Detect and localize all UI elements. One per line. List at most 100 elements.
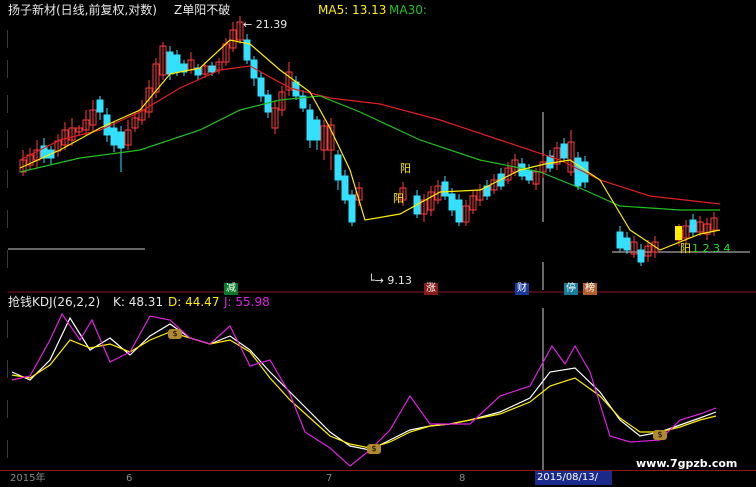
candle-body: [455, 199, 463, 223]
axis-label: 7: [326, 473, 333, 484]
kdj-lines: [11, 312, 717, 467]
candle-body: [637, 249, 645, 263]
highlight-candle: [675, 226, 682, 240]
candle: [630, 236, 638, 258]
candle-body: [616, 231, 624, 249]
candle: [152, 58, 160, 98]
candle: [334, 150, 342, 190]
candle: [320, 120, 328, 160]
tag-zhang[interactable]: 涨: [424, 283, 438, 295]
kdj-d-line: [11, 331, 717, 449]
candlestick-series: [19, 16, 718, 266]
kdj-k-line: [11, 316, 717, 451]
kdj-title: 抢钱KDJ(26,2,2): [8, 295, 101, 309]
candle: [250, 56, 258, 86]
candle: [441, 176, 449, 200]
yang-marker: 阳: [680, 242, 691, 255]
candle: [257, 72, 265, 102]
candle: [75, 125, 83, 135]
candle: [33, 140, 41, 168]
axis-label: 2015年: [10, 473, 46, 484]
signal-badge: $: [367, 444, 381, 454]
chart-title: 扬子新材(日线,前复权,对数): [8, 3, 157, 17]
kdj-k-value: K: 48.31: [113, 295, 164, 309]
candle-body: [306, 109, 314, 141]
kdj-j-value: J: 55.98: [224, 295, 270, 309]
candle-body: [441, 181, 449, 197]
ma30-label: MA30:: [389, 3, 427, 17]
candle: [285, 62, 293, 96]
candle: [271, 100, 279, 134]
yang-marker: 阳: [400, 162, 411, 175]
candle: [469, 190, 477, 214]
low-price-label: └→ 9.13: [368, 274, 412, 287]
candle: [462, 200, 470, 226]
yang-marker: 阳: [393, 192, 404, 205]
candle: [483, 180, 491, 200]
tag-jian[interactable]: 减: [224, 283, 238, 295]
candle: [574, 152, 582, 190]
candle-body: [117, 131, 125, 149]
candle-body: [208, 65, 216, 73]
candle: [616, 226, 624, 252]
candle: [689, 214, 697, 236]
candle: [539, 156, 547, 178]
candle: [194, 64, 202, 80]
candle: [110, 122, 118, 152]
candle-body: [313, 119, 321, 141]
axis-label: 6: [126, 473, 133, 484]
signal-badge: $: [653, 430, 667, 440]
watermark: www.7gpzb.com: [636, 457, 738, 470]
candle: [159, 42, 167, 80]
candle: [341, 170, 349, 204]
price-chart[interactable]: [0, 0, 756, 487]
axis-label: 8: [459, 473, 466, 484]
candle-body: [257, 77, 265, 97]
candle-body: [334, 154, 342, 181]
candle: [229, 22, 237, 52]
ma-green-line: [19, 95, 720, 211]
candle: [348, 190, 356, 226]
selected-date: 2015/08/13/: [535, 471, 612, 485]
candle: [82, 110, 90, 136]
candle: [243, 34, 251, 64]
tag-cai[interactable]: 财: [515, 283, 529, 295]
candle: [40, 138, 48, 163]
candle-body: [166, 51, 174, 75]
kdj-j-line: [11, 312, 717, 467]
candle: [180, 60, 188, 76]
candle: [427, 186, 435, 216]
sequence-counter: 1 2 3 4: [692, 242, 731, 255]
candle: [703, 218, 711, 240]
ma5-label: MA5: 13.13: [318, 3, 387, 17]
candle: [623, 232, 631, 254]
high-price-value: 21.39: [255, 18, 288, 31]
candle: [313, 116, 321, 150]
tag-bang[interactable]: 榜: [583, 283, 597, 295]
formula-name: Z单阳不破: [174, 3, 231, 17]
tag-ting[interactable]: 停: [564, 283, 578, 295]
candle: [710, 212, 718, 236]
candle-body: [574, 157, 582, 187]
low-price-value: 9.13: [387, 274, 412, 287]
high-price-label: ← 21.39: [243, 18, 288, 31]
candle: [567, 130, 575, 176]
candle-body: [525, 169, 533, 181]
candle: [553, 142, 561, 170]
candle-body: [173, 54, 181, 73]
candle: [560, 138, 568, 162]
candle-body: [689, 219, 697, 233]
candle: [299, 90, 307, 112]
candle-body: [110, 127, 118, 146]
candle: [420, 194, 428, 222]
candle-body: [348, 194, 356, 223]
time-axis[interactable]: [0, 470, 756, 487]
candle: [89, 100, 97, 132]
candle: [306, 104, 314, 148]
candle: [96, 96, 104, 120]
candle-body: [341, 175, 349, 201]
candle: [54, 134, 62, 157]
candle: [124, 120, 132, 150]
candle: [448, 188, 456, 216]
kdj-d-value: D: 44.47: [168, 295, 220, 309]
